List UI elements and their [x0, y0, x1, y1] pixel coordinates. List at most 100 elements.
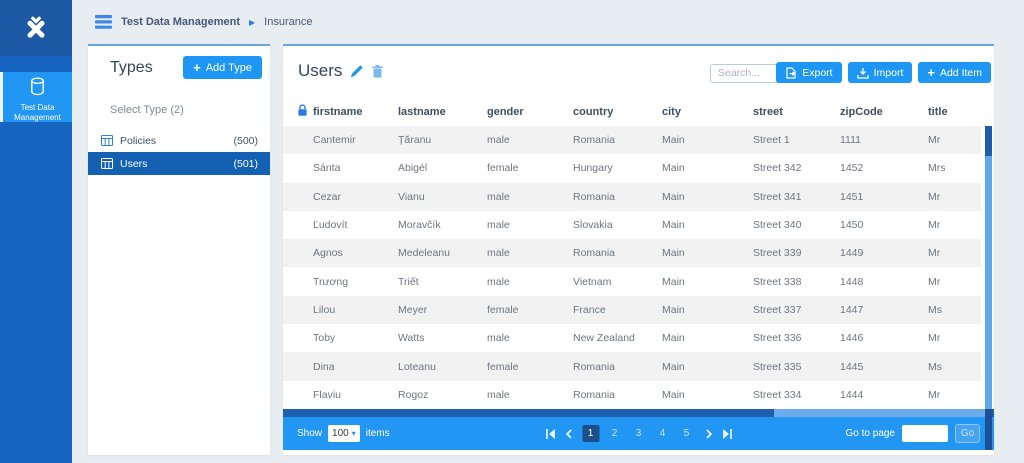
column-header[interactable]: zipCode: [840, 106, 928, 118]
table-cell: Main: [662, 247, 685, 260]
table-cell: Romania: [573, 360, 616, 373]
brand-x-icon: [27, 16, 45, 38]
table-cell: male: [487, 134, 510, 147]
table-cell: 1446: [840, 332, 864, 345]
add-item-button[interactable]: + Add Item: [918, 62, 991, 83]
pagination-pages: 12345: [582, 425, 695, 442]
column-header[interactable]: street: [753, 106, 840, 118]
last-page-button[interactable]: [722, 428, 732, 439]
table-cell: Street 339: [753, 247, 802, 260]
table-cell: Mr: [928, 134, 941, 147]
table-cell: Agnos: [313, 247, 343, 260]
horizontal-scrollbar-thumb[interactable]: [283, 409, 774, 417]
type-item-count: (500): [233, 134, 258, 147]
table-cell: Main: [662, 360, 685, 373]
table-cell: Romania: [573, 134, 616, 147]
table-cell: Street 342: [753, 162, 802, 175]
breadcrumb: Test Data Management ▶ Insurance: [72, 0, 1024, 44]
table-row[interactable]: Flaviu Rogoz male Romania Main Street 334 1444…: [283, 380, 981, 409]
table-cell: Trương: [313, 275, 349, 288]
table-cell: Mr: [928, 247, 941, 260]
column-header[interactable]: city: [662, 106, 753, 118]
table-cell: Mr: [928, 219, 941, 232]
table-row[interactable]: Toby Watts male New Zealand Main Street 336 14…: [283, 324, 981, 353]
table-row[interactable]: Ľudovít Moravčík male Slovakia Main Street 34…: [283, 210, 981, 240]
type-item-users[interactable]: Users (501): [88, 152, 270, 175]
show-label: Show: [297, 428, 323, 439]
breadcrumb-current[interactable]: Insurance: [264, 16, 312, 28]
table-row[interactable]: Cezar Vianu male Romania Main Street 341 1451 M…: [283, 182, 981, 211]
goto-page-label: Go to page: [845, 428, 895, 439]
go-button[interactable]: Go: [955, 424, 980, 443]
table-cell: Medeleanu: [398, 247, 450, 260]
page-number[interactable]: 5: [678, 425, 695, 442]
import-button[interactable]: Import: [847, 62, 913, 83]
table-row[interactable]: Trương Triết male Vietnam Main Street 338 1448…: [283, 267, 981, 296]
export-label: Export: [802, 66, 833, 79]
table-row[interactable]: Agnos Medeleanu male Romania Main Street 339 1…: [283, 239, 981, 268]
column-header[interactable]: title: [928, 106, 981, 118]
breadcrumb-arrow-icon: ▶: [249, 17, 256, 27]
vertical-scrollbar-thumb[interactable]: [985, 126, 992, 156]
table-cell: 1111: [840, 134, 862, 147]
page-number[interactable]: 1: [582, 425, 599, 442]
vertical-scrollbar-track: [985, 156, 992, 409]
items-label: items: [365, 428, 390, 439]
page-number[interactable]: 4: [654, 425, 671, 442]
page-number[interactable]: 2: [606, 425, 623, 442]
table-cell: Main: [662, 162, 685, 175]
horizontal-scrollbar-track: [773, 409, 987, 417]
table-cell: Vietnam: [573, 275, 612, 288]
table-cell: Main: [662, 388, 685, 401]
vertical-scrollbar[interactable]: [985, 126, 992, 450]
page-size-select[interactable]: 100 ▾: [328, 425, 360, 442]
table-cell: Street 340: [753, 219, 802, 232]
column-header[interactable]: lastname: [398, 106, 487, 118]
table-cell: 1445: [840, 360, 864, 373]
first-page-button[interactable]: [545, 428, 555, 439]
table-cell: Țăranu: [398, 134, 432, 147]
next-page-button[interactable]: [704, 428, 713, 439]
type-item-policies[interactable]: Policies (500): [88, 129, 270, 152]
table-cell: Meyer: [398, 303, 428, 316]
table-cell: 1452: [840, 162, 864, 175]
page-number[interactable]: 3: [630, 425, 647, 442]
breadcrumb-root[interactable]: Test Data Management: [121, 16, 240, 28]
table-cell: Street 335: [753, 360, 802, 373]
column-header[interactable]: firstname: [313, 106, 398, 118]
add-item-label: Add Item: [939, 66, 982, 79]
select-type-label: Select Type (2): [110, 104, 184, 116]
table-cell: Toby: [313, 332, 336, 345]
table-cell: Main: [662, 134, 685, 147]
table-cell: 1447: [840, 303, 864, 316]
export-icon: [786, 66, 796, 79]
table-cell: Mrs: [928, 162, 946, 175]
table-row[interactable]: Lilou Meyer female France Main Street 337 1447…: [283, 295, 981, 325]
export-button[interactable]: Export: [776, 62, 842, 83]
goto-page-input[interactable]: [902, 425, 948, 442]
table-cell: Flaviu: [313, 388, 342, 401]
prev-page-button[interactable]: [564, 428, 573, 439]
table-row[interactable]: Dina Loteanu female Romania Main Street 335 14…: [283, 352, 981, 381]
column-header[interactable]: gender: [487, 106, 573, 118]
table-cell: Mr: [928, 332, 941, 345]
app-logo[interactable]: [0, 0, 72, 56]
horizontal-scrollbar[interactable]: [283, 409, 994, 417]
table-cell: Street 338: [753, 275, 802, 288]
table-cell: Moravčík: [398, 219, 441, 232]
table-cell: Triết: [398, 275, 419, 288]
table-grid-icon: [101, 158, 113, 169]
table-cell: Main: [662, 190, 685, 203]
sidebar-item-label: Test Data Management: [14, 103, 61, 122]
table-header: firstname lastname gender country city s…: [283, 98, 981, 126]
table-cell: male: [487, 219, 510, 232]
table-row[interactable]: Sánta Abigél female Hungary Main Street 342 14…: [283, 154, 981, 183]
add-type-button[interactable]: + Add Type: [183, 56, 262, 79]
table-body: Cantemir Țăranu male Romania Main Street 1 111…: [283, 126, 981, 409]
lock-icon: [297, 104, 313, 120]
table-row[interactable]: Cantemir Țăranu male Romania Main Street 1 111…: [283, 126, 981, 155]
column-header[interactable]: country: [573, 106, 662, 118]
delete-trash-icon[interactable]: [372, 64, 384, 78]
sidebar-item-test-data-management[interactable]: Test Data Management: [0, 72, 72, 122]
edit-pencil-icon[interactable]: [350, 64, 364, 78]
